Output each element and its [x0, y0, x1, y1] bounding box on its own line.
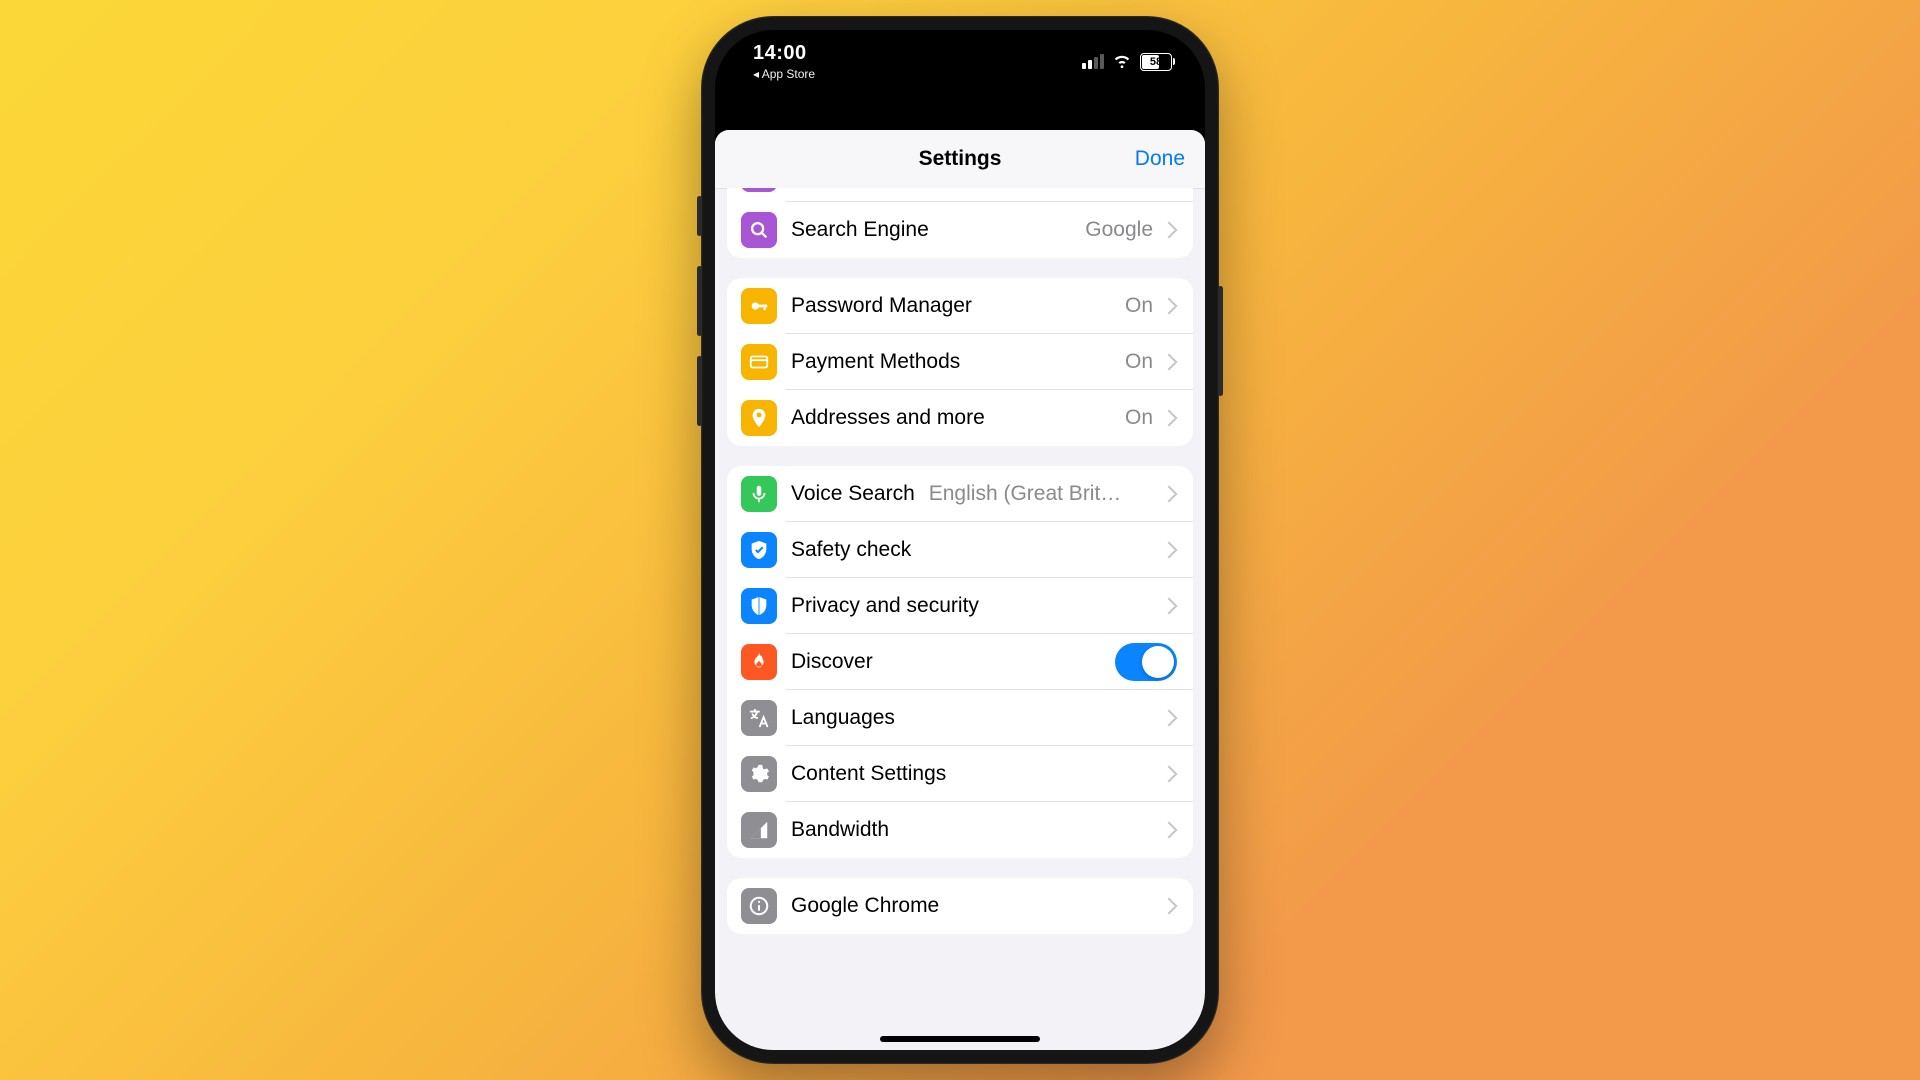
screen: 14:00 ◂ App Store 58 — [715, 30, 1205, 1050]
row-default-browser[interactable]: Default Browser — [727, 188, 1193, 202]
volume-up-button — [697, 266, 702, 336]
row-label: Password Manager — [791, 294, 1125, 318]
navbar: Settings Done — [715, 130, 1205, 189]
chevron-right-icon — [1161, 766, 1178, 783]
row-label: Content Settings — [791, 762, 1153, 786]
row-value: On — [1125, 350, 1153, 374]
group-about: Google Chrome — [727, 878, 1193, 934]
wallpaper: 14:00 ◂ App Store 58 — [0, 0, 1920, 1080]
row-safety-check[interactable]: Safety check — [727, 522, 1193, 578]
shield-icon — [741, 588, 777, 624]
row-bandwidth[interactable]: Bandwidth — [727, 802, 1193, 858]
page-title: Settings — [919, 147, 1002, 171]
row-label: Discover — [791, 650, 1115, 674]
settings-sheet: Settings Done Default Browser — [715, 130, 1205, 1050]
wifi-icon — [1112, 50, 1132, 73]
status-time: 14:00 — [753, 42, 815, 65]
translate-icon — [741, 700, 777, 736]
row-languages[interactable]: Languages — [727, 690, 1193, 746]
chevron-right-icon — [1161, 542, 1178, 559]
row-content-settings[interactable]: Content Settings — [727, 746, 1193, 802]
search-icon — [741, 212, 777, 248]
row-discover: Discover — [727, 634, 1193, 690]
gear-icon — [741, 756, 777, 792]
row-label: Privacy and security — [791, 594, 1153, 618]
row-label: Languages — [791, 706, 1153, 730]
flame-icon — [741, 644, 777, 680]
group-browser: Default Browser Search Engine Google — [727, 188, 1193, 258]
row-label: Voice Search — [791, 482, 921, 506]
row-value: On — [1125, 406, 1153, 430]
row-label: Search Engine — [791, 218, 1085, 242]
chevron-right-icon — [1161, 298, 1178, 315]
mute-switch — [697, 196, 702, 236]
chevron-right-icon — [1161, 598, 1178, 615]
row-payment-methods[interactable]: Payment Methods On — [727, 334, 1193, 390]
row-addresses[interactable]: Addresses and more On — [727, 390, 1193, 446]
info-icon — [741, 888, 777, 924]
cellular-signal-icon — [1082, 54, 1104, 69]
location-pin-icon — [741, 400, 777, 436]
volume-down-button — [697, 356, 702, 426]
chevron-right-icon — [1161, 822, 1178, 839]
chevron-right-icon — [1161, 410, 1178, 427]
chevron-right-icon — [1161, 710, 1178, 727]
row-label: Bandwidth — [791, 818, 1153, 842]
chevron-right-icon — [1161, 222, 1178, 239]
group-advanced: Voice Search English (Great Brit… Safety… — [727, 466, 1193, 858]
row-password-manager[interactable]: Password Manager On — [727, 278, 1193, 334]
row-search-engine[interactable]: Search Engine Google — [727, 202, 1193, 258]
shield-check-icon — [741, 532, 777, 568]
row-value: Google — [1085, 218, 1153, 242]
chevron-right-icon — [1161, 898, 1178, 915]
dynamic-island — [886, 48, 1034, 90]
row-value: On — [1125, 294, 1153, 318]
credit-card-icon — [741, 344, 777, 380]
row-label: Google Chrome — [791, 894, 1153, 918]
group-autofill: Password Manager On Payment Methods On — [727, 278, 1193, 446]
globe-icon — [741, 188, 777, 192]
home-indicator[interactable] — [880, 1036, 1040, 1042]
power-button — [1218, 286, 1223, 396]
status-back-to-app[interactable]: ◂ App Store — [753, 67, 815, 81]
key-icon — [741, 288, 777, 324]
row-label: Payment Methods — [791, 350, 1125, 374]
phone-frame: 14:00 ◂ App Store 58 — [701, 16, 1219, 1064]
discover-toggle[interactable] — [1115, 643, 1177, 681]
microphone-icon — [741, 476, 777, 512]
settings-scroll[interactable]: Default Browser Search Engine Google — [715, 188, 1205, 1050]
row-google-chrome[interactable]: Google Chrome — [727, 878, 1193, 934]
data-usage-icon — [741, 812, 777, 848]
chevron-right-icon — [1161, 486, 1178, 503]
row-label: Safety check — [791, 538, 1153, 562]
row-privacy-security[interactable]: Privacy and security — [727, 578, 1193, 634]
row-voice-search[interactable]: Voice Search English (Great Brit… — [727, 466, 1193, 522]
chevron-right-icon — [1161, 354, 1178, 371]
battery-indicator: 58 — [1140, 53, 1175, 71]
row-label: Addresses and more — [791, 406, 1125, 430]
row-value: English (Great Brit… — [929, 482, 1153, 506]
done-button[interactable]: Done — [1135, 147, 1185, 171]
